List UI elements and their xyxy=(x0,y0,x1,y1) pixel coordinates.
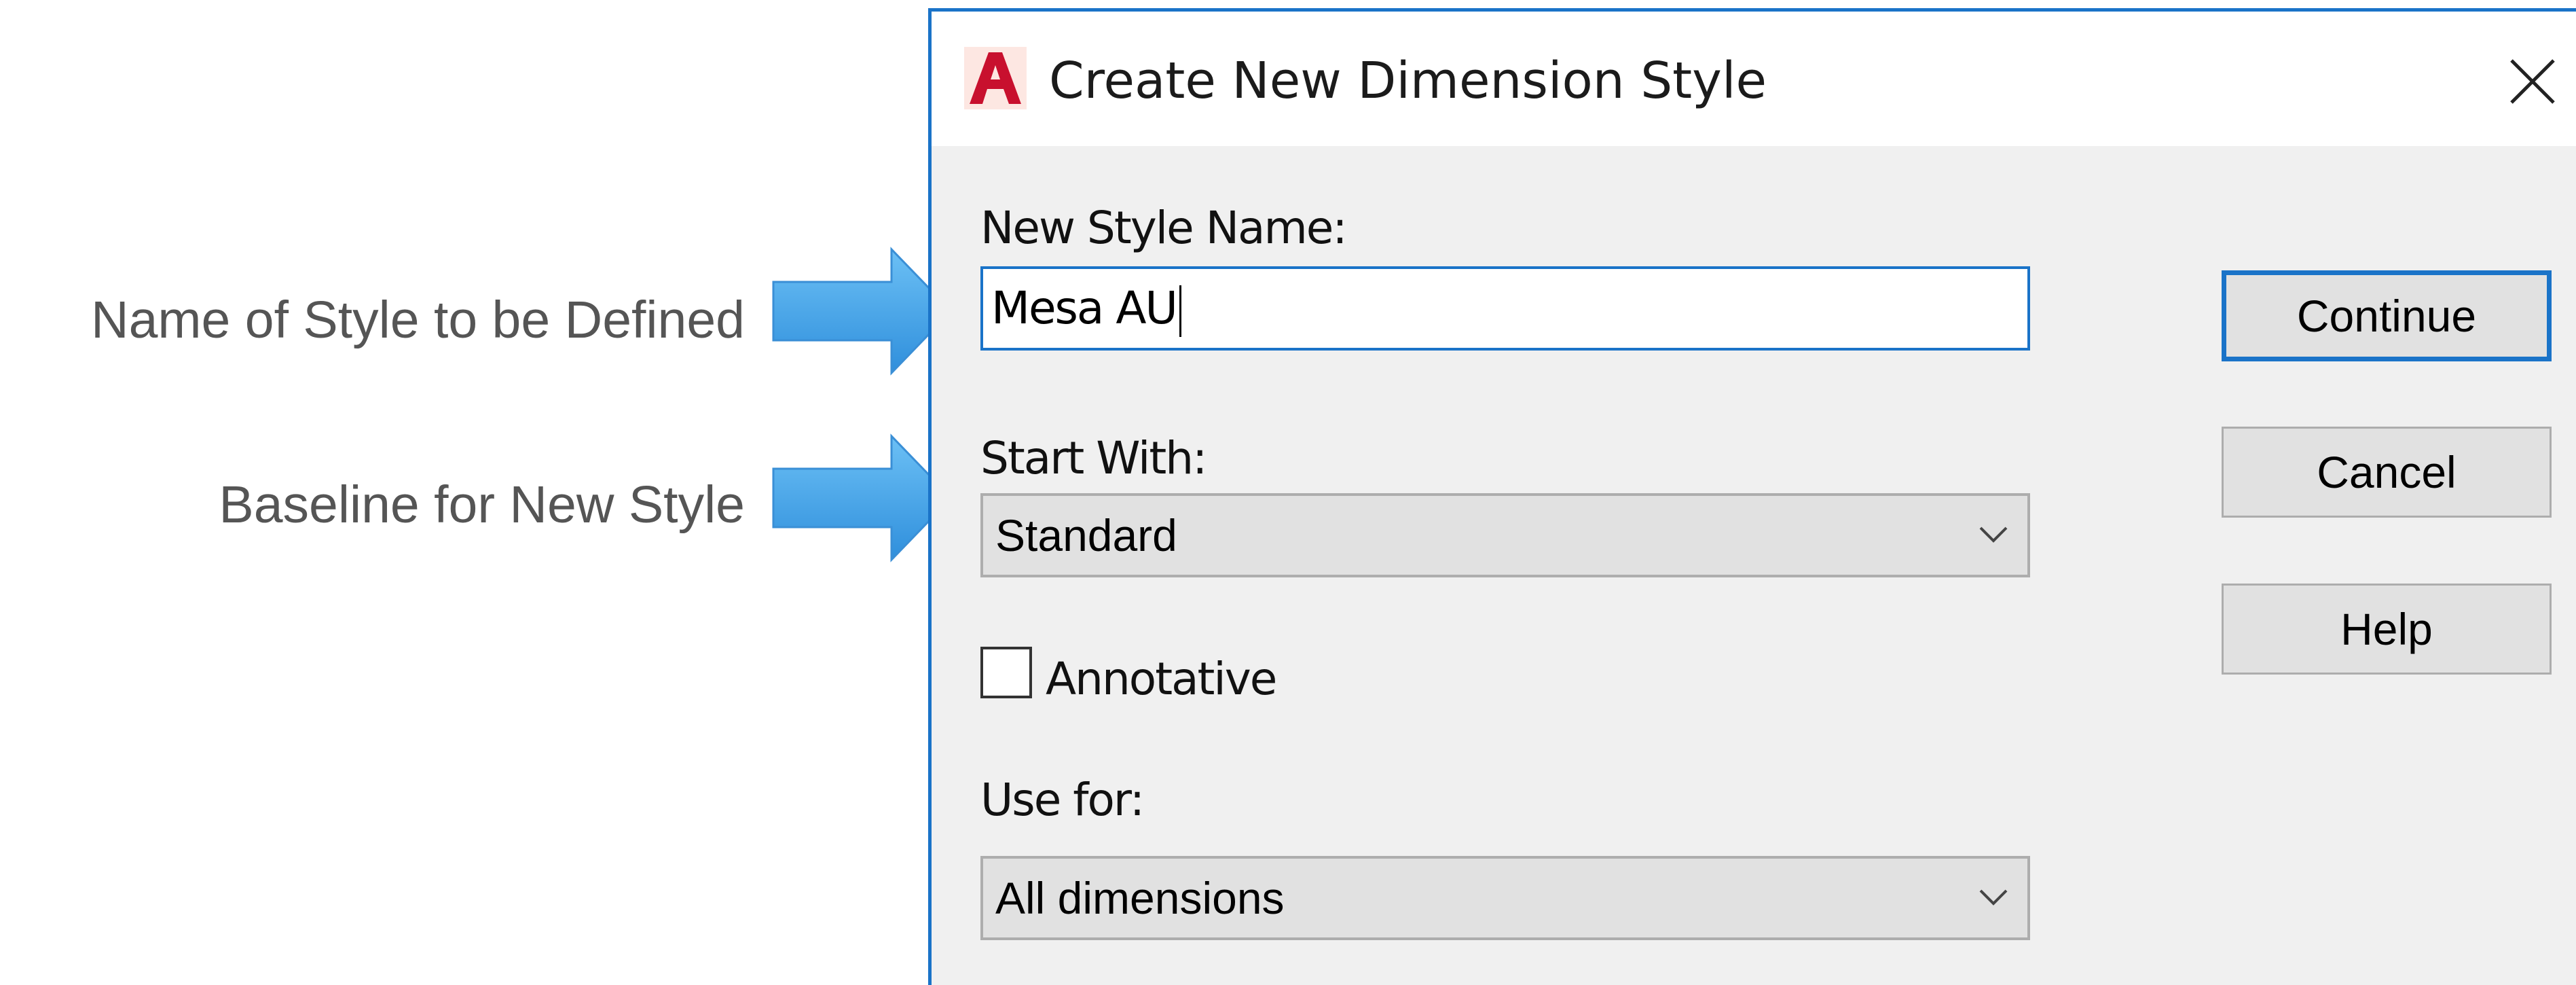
annotation-baseline: Baseline for New Style xyxy=(219,476,745,534)
help-button[interactable]: Help xyxy=(2222,584,2552,675)
annotative-label[interactable]: Annotative xyxy=(1046,657,1277,702)
continue-button[interactable]: Continue xyxy=(2222,270,2552,361)
start-with-label: Start With: xyxy=(980,432,1207,484)
use-for-value: All dimensions xyxy=(995,873,1285,923)
new-style-name-label: New Style Name: xyxy=(980,202,1348,254)
chevron-down-icon xyxy=(1979,889,2008,906)
annotative-checkbox[interactable] xyxy=(980,647,1032,698)
title-bar: Create New Dimension Style xyxy=(932,12,2576,146)
start-with-select[interactable]: Standard xyxy=(980,493,2030,577)
autocad-logo-icon xyxy=(964,47,1027,109)
arrow-right-icon xyxy=(772,247,953,376)
dialog-title: Create New Dimension Style xyxy=(1049,52,1767,110)
chevron-down-icon xyxy=(1979,526,2008,543)
close-icon[interactable] xyxy=(2502,51,2563,112)
arrow-right-icon xyxy=(772,433,953,562)
new-style-name-input[interactable]: Mesa AU xyxy=(980,266,2030,351)
text-caret xyxy=(1179,285,1181,337)
start-with-value: Standard xyxy=(995,510,1177,560)
cancel-button[interactable]: Cancel xyxy=(2222,427,2552,518)
annotation-name-of-style: Name of Style to be Defined xyxy=(90,291,745,349)
use-for-label: Use for: xyxy=(980,774,1145,826)
create-dimension-style-dialog: Create New Dimension Style New Style Nam… xyxy=(928,8,2576,985)
new-style-name-value: Mesa AU xyxy=(991,282,1178,334)
use-for-select[interactable]: All dimensions xyxy=(980,856,2030,940)
